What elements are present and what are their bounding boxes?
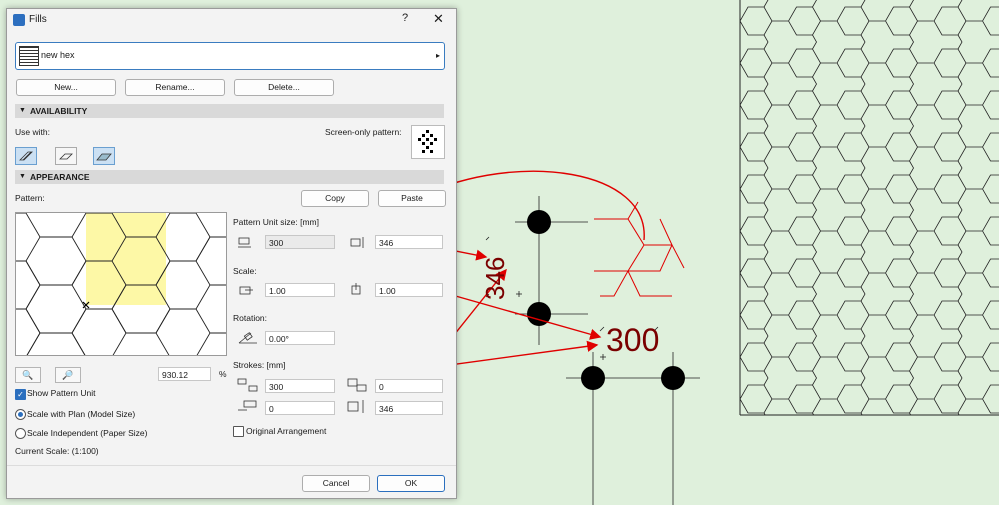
scale-x-icon (239, 286, 253, 295)
close-button[interactable]: ✕ (433, 11, 444, 27)
zoom-in-button[interactable]: 🔎 (55, 367, 81, 383)
footer-divider (7, 465, 456, 466)
scale-y-icon (351, 283, 361, 295)
hex-pattern-preview-svg (16, 213, 226, 355)
unit-height-field[interactable]: 346 (375, 235, 443, 249)
new-button[interactable]: New... (16, 79, 116, 96)
original-arrangement-checkbox[interactable] (233, 426, 244, 437)
archicad-app-icon (13, 14, 25, 26)
stroke-offset-x-field[interactable]: 300 (265, 379, 335, 393)
screen-only-pattern-swatch[interactable] (411, 125, 445, 159)
unit-size-label: Pattern Unit size: [mm] (233, 217, 319, 227)
rotation-icon (238, 332, 257, 344)
pattern-preview[interactable] (15, 212, 227, 356)
rotation-field[interactable]: 0.00° (265, 331, 335, 345)
collapse-triangle-icon: ▼ (19, 107, 26, 114)
zoom-unit-label: % (219, 369, 227, 379)
collapse-triangle-icon: ▼ (19, 173, 26, 180)
zoom-out-button[interactable]: 🔍 (15, 367, 41, 383)
stroke-start-icon (238, 400, 257, 411)
appearance-header-label: APPEARANCE (30, 172, 90, 182)
pattern-unit-highlight (86, 213, 166, 305)
rotation-label: Rotation: (233, 313, 268, 323)
stroke-length-icon (347, 400, 364, 413)
fill-selector[interactable]: new hex ▸ (15, 42, 445, 70)
cover-fills-toggle[interactable] (93, 147, 115, 165)
drafting-fill-icon (19, 151, 33, 161)
zoom-out-icon: 🔍 (22, 370, 34, 380)
dialog-title: Fills (29, 14, 47, 25)
stroke-offset-x-icon (237, 378, 258, 392)
zoom-percent-field[interactable]: 930.12 (158, 367, 211, 381)
dimension-300: 300 (606, 322, 660, 358)
scale-x-field[interactable]: 1.00 (265, 283, 335, 297)
unit-height-icon (350, 237, 364, 248)
stroke-offset-y-field[interactable]: 0 (375, 379, 443, 393)
delete-button[interactable]: Delete... (234, 79, 334, 96)
fills-dialog: Fills ? ✕ new hex ▸ New... Rename... Del… (6, 8, 457, 499)
cancel-button[interactable]: Cancel (302, 475, 370, 492)
dotted-diamond-icon (418, 130, 437, 153)
pattern-label: Pattern: (15, 193, 45, 203)
use-with-label: Use with: (15, 127, 50, 137)
ok-button[interactable]: OK (377, 475, 445, 492)
stroke-offset-y-icon (347, 378, 367, 392)
scale-independent-radio[interactable] (15, 428, 26, 439)
strokes-label: Strokes: [mm] (233, 360, 286, 370)
appearance-section-header[interactable]: ▼ APPEARANCE (15, 170, 444, 184)
hex-fill-area (739, 0, 999, 416)
show-pattern-unit-label: Show Pattern Unit (27, 388, 96, 398)
help-button[interactable]: ? (402, 12, 408, 24)
original-arrangement-label: Original Arrangement (246, 426, 327, 436)
cut-fills-toggle[interactable] (55, 147, 77, 165)
show-pattern-unit-checkbox[interactable]: ✓ (15, 389, 26, 400)
scale-y-field[interactable]: 1.00 (375, 283, 443, 297)
rename-button[interactable]: Rename... (125, 79, 225, 96)
drafting-fills-toggle[interactable] (15, 147, 37, 165)
paste-button[interactable]: Paste (378, 190, 446, 207)
zoom-in-icon: 🔎 (62, 370, 74, 380)
scale-with-plan-radio[interactable] (15, 409, 26, 420)
stroke-start-field[interactable]: 0 (265, 401, 335, 415)
hex-pattern-icon (19, 46, 39, 66)
scale-independent-label: Scale Independent (Paper Size) (27, 428, 148, 438)
current-scale-label: Current Scale: (1:100) (15, 446, 99, 456)
cover-fill-icon (96, 153, 112, 161)
dimension-346: 346 (480, 256, 510, 300)
copy-button[interactable]: Copy (301, 190, 369, 207)
unit-width-icon (238, 237, 251, 248)
cut-fill-icon (59, 153, 73, 160)
stroke-length-field[interactable]: 346 (375, 401, 443, 415)
unit-width-field[interactable]: 300 (265, 235, 335, 249)
scale-label: Scale: (233, 266, 257, 276)
availability-header-label: AVAILABILITY (30, 106, 88, 116)
scale-with-plan-label: Scale with Plan (Model Size) (27, 409, 136, 419)
title-bar: Fills ? ✕ (7, 9, 456, 31)
screen-only-label: Screen-only pattern: (325, 127, 402, 137)
chevron-right-icon: ▸ (435, 51, 440, 60)
availability-section-header[interactable]: ▼ AVAILABILITY (15, 104, 444, 118)
fill-name: new hex (41, 50, 75, 60)
